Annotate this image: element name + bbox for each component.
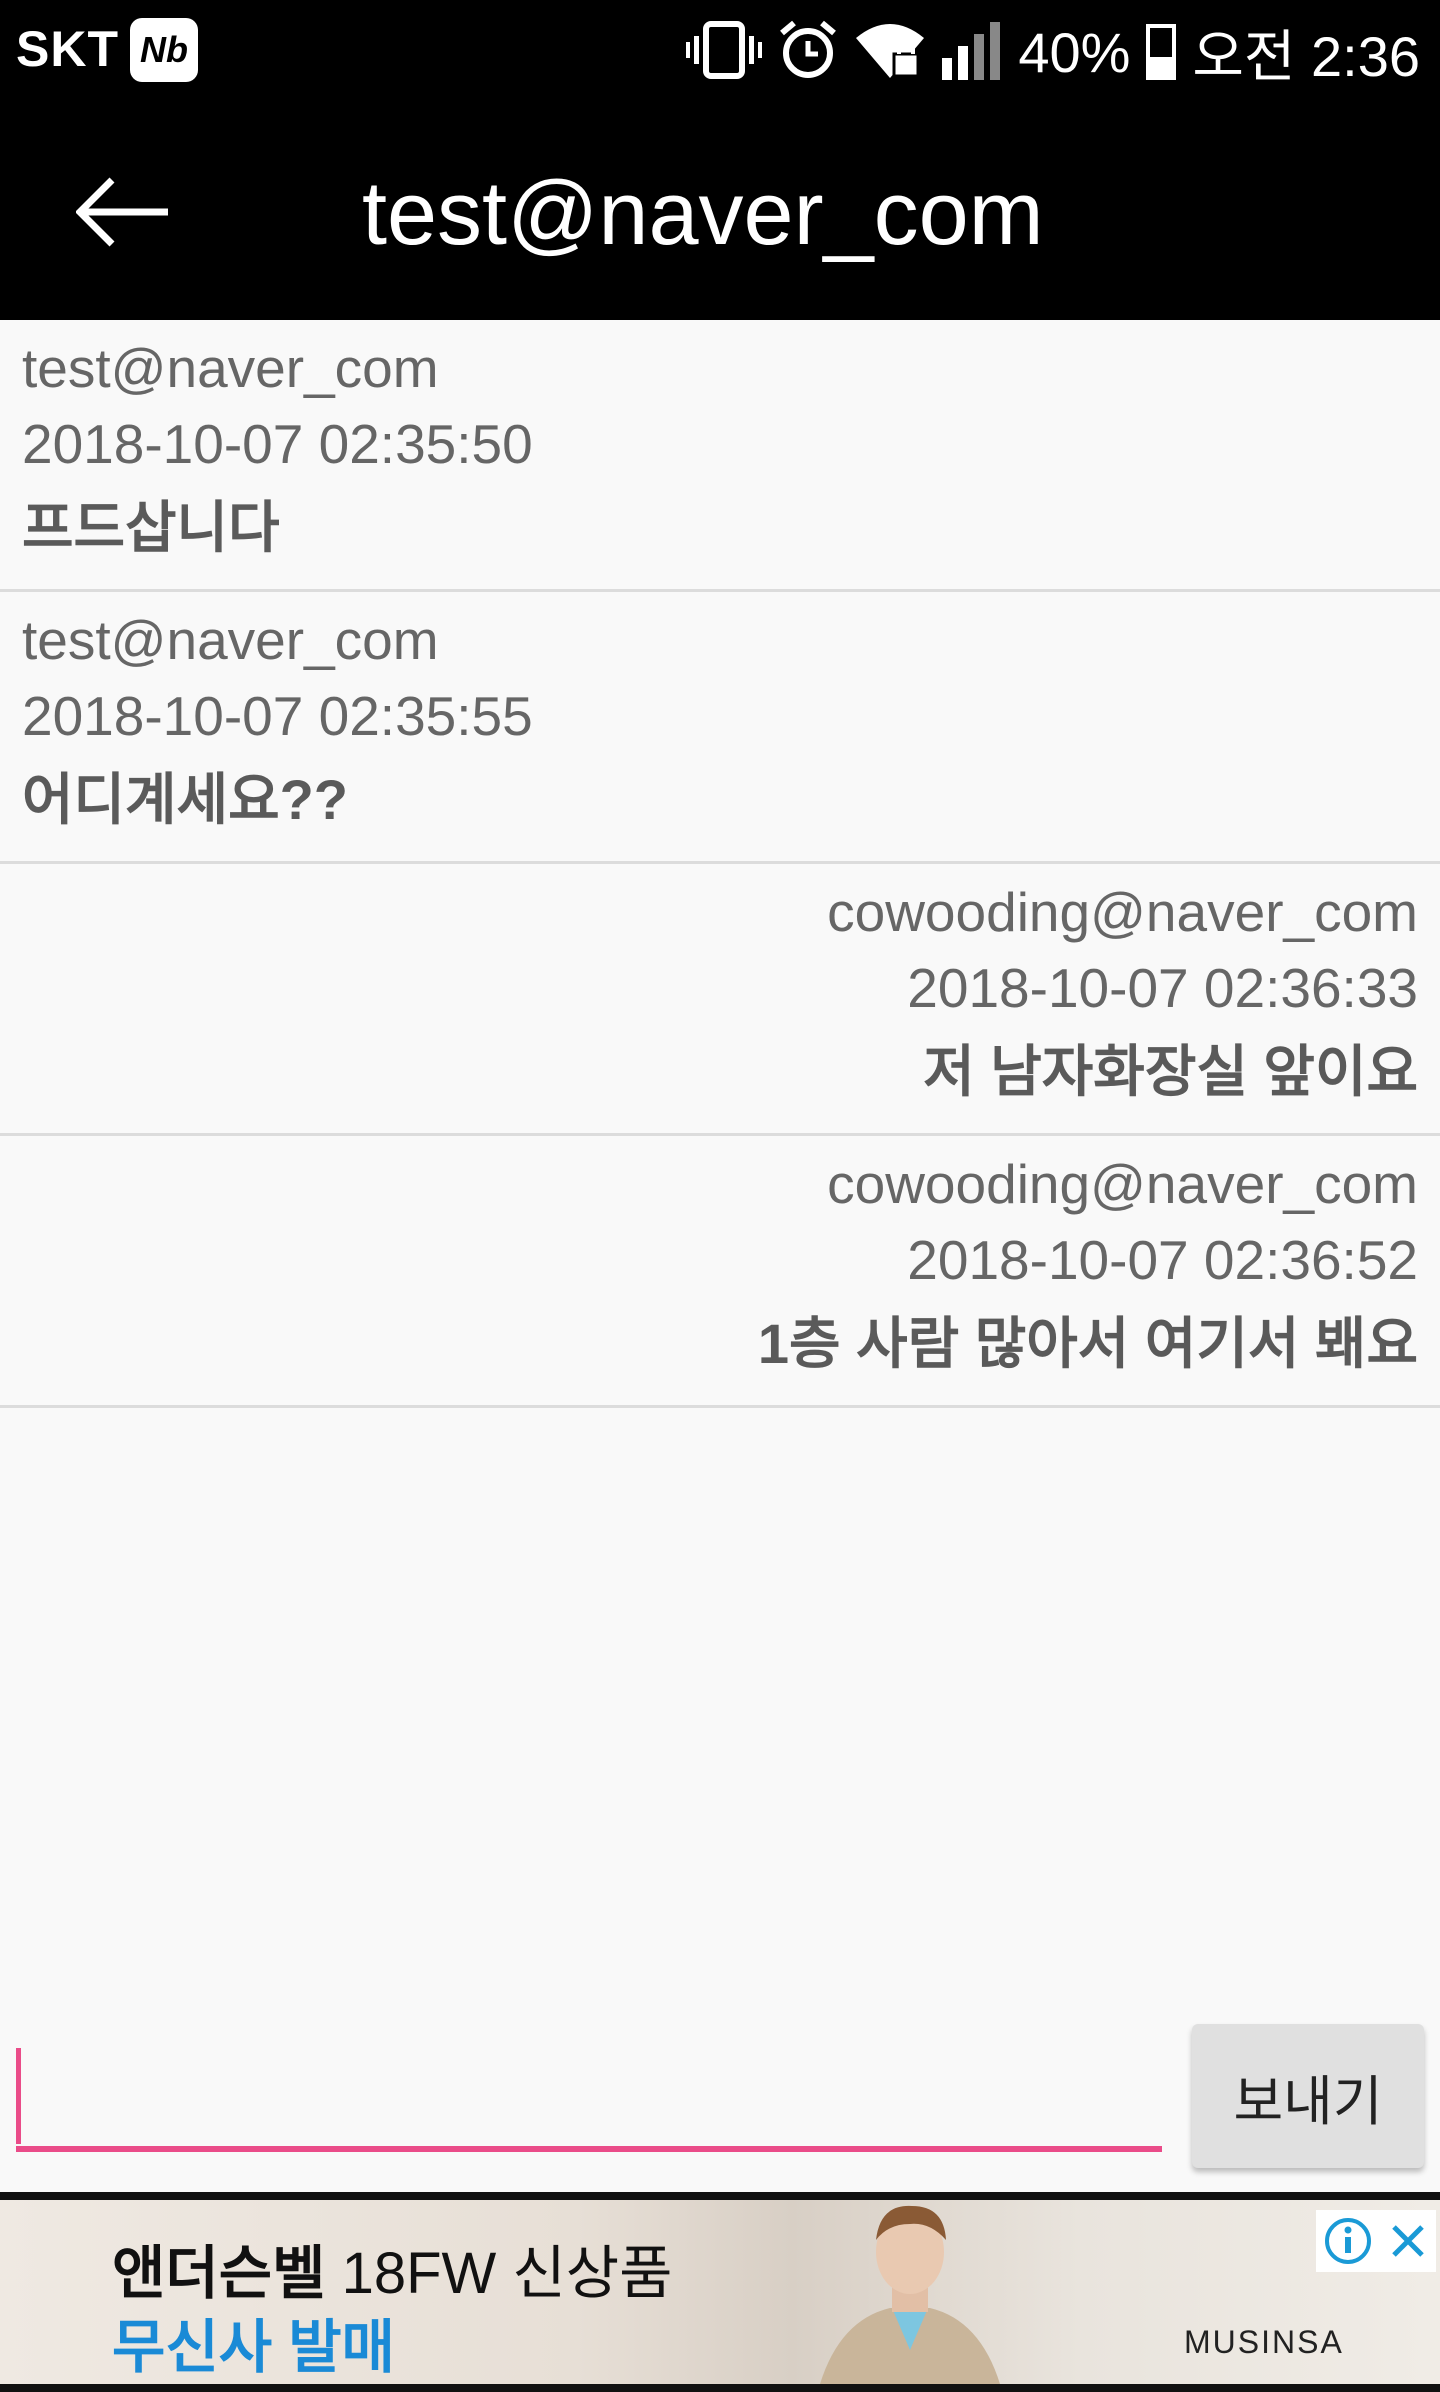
ad-close-icon[interactable] (1388, 2221, 1428, 2261)
battery-percent: 40% (1018, 20, 1131, 84)
message-item: cowooding@naver_com 2018-10-07 02:36:52 … (0, 1136, 1440, 1408)
message-text: 프드삽니다 (22, 496, 280, 559)
message-text: 어디계세요?? (22, 768, 349, 831)
message-time: 2018-10-07 02:35:55 (22, 685, 533, 747)
vibrate-icon (686, 20, 763, 85)
message-text: 저 남자화장실 앞이요 (923, 1040, 1418, 1103)
back-arrow-icon (76, 177, 168, 247)
ad-headline-brand: 앤더슨벨 (112, 2241, 326, 2306)
status-bar: SKT Nb 40% 오전 2:36 (0, 0, 1440, 104)
message-input[interactable] (16, 2044, 1162, 2152)
ad-banner[interactable]: 앤더슨벨 18FW 신상품 무신사 발매 MUSINSA (0, 2192, 1440, 2392)
message-sender: cowooding@naver_com (827, 881, 1418, 943)
app-bar: test@naver_com (0, 104, 1440, 320)
message-item: cowooding@naver_com 2018-10-07 02:36:33 … (0, 864, 1440, 1136)
chat-title: test@naver_com (362, 164, 1044, 264)
message-text: 1층 사람 많아서 여기서 봬요 (757, 1312, 1418, 1375)
message-item: test@naver_com 2018-10-07 02:35:50 프드삽니다 (0, 320, 1440, 592)
message-sender: cowooding@naver_com (827, 1153, 1418, 1215)
wifi-lock-icon (854, 20, 926, 85)
ad-info-icon[interactable] (1324, 2217, 1372, 2265)
ad-model-image (820, 2205, 1000, 2384)
battery-icon (1146, 24, 1177, 80)
ad-content[interactable]: 앤더슨벨 18FW 신상품 무신사 발매 MUSINSA (0, 2200, 1440, 2384)
message-time: 2018-10-07 02:36:33 (907, 957, 1418, 1019)
ad-subline: 무신사 발매 (112, 2315, 395, 2380)
back-button[interactable] (64, 162, 184, 262)
alarm-icon (778, 19, 838, 86)
message-list[interactable]: test@naver_com 2018-10-07 02:35:50 프드삽니다… (0, 320, 1440, 1408)
message-composer: 보내기 (0, 2010, 1440, 2190)
message-item: test@naver_com 2018-10-07 02:35:55 어디계세요… (0, 592, 1440, 864)
status-icons: 40% 오전 2:36 (686, 14, 1420, 90)
ad-brand-logo: MUSINSA (1184, 2324, 1344, 2360)
send-button[interactable]: 보내기 (1192, 2024, 1424, 2168)
carrier-label: SKT (16, 21, 119, 77)
battery-fill (1150, 56, 1173, 76)
carrier-badge-icon: Nb (130, 18, 198, 82)
message-time: 2018-10-07 02:35:50 (22, 413, 533, 475)
ad-headline: 앤더슨벨 18FW 신상품 (112, 2226, 672, 2310)
signal-icon (942, 20, 1002, 85)
ad-headline-rest: 18FW 신상품 (325, 2241, 673, 2306)
clock: 오전 2:36 (1192, 24, 1420, 88)
message-sender: test@naver_com (22, 609, 439, 671)
text-cursor (16, 2048, 21, 2144)
message-time: 2018-10-07 02:36:52 (907, 1229, 1418, 1291)
message-sender: test@naver_com (22, 337, 439, 399)
ad-info-box (1316, 2210, 1436, 2272)
